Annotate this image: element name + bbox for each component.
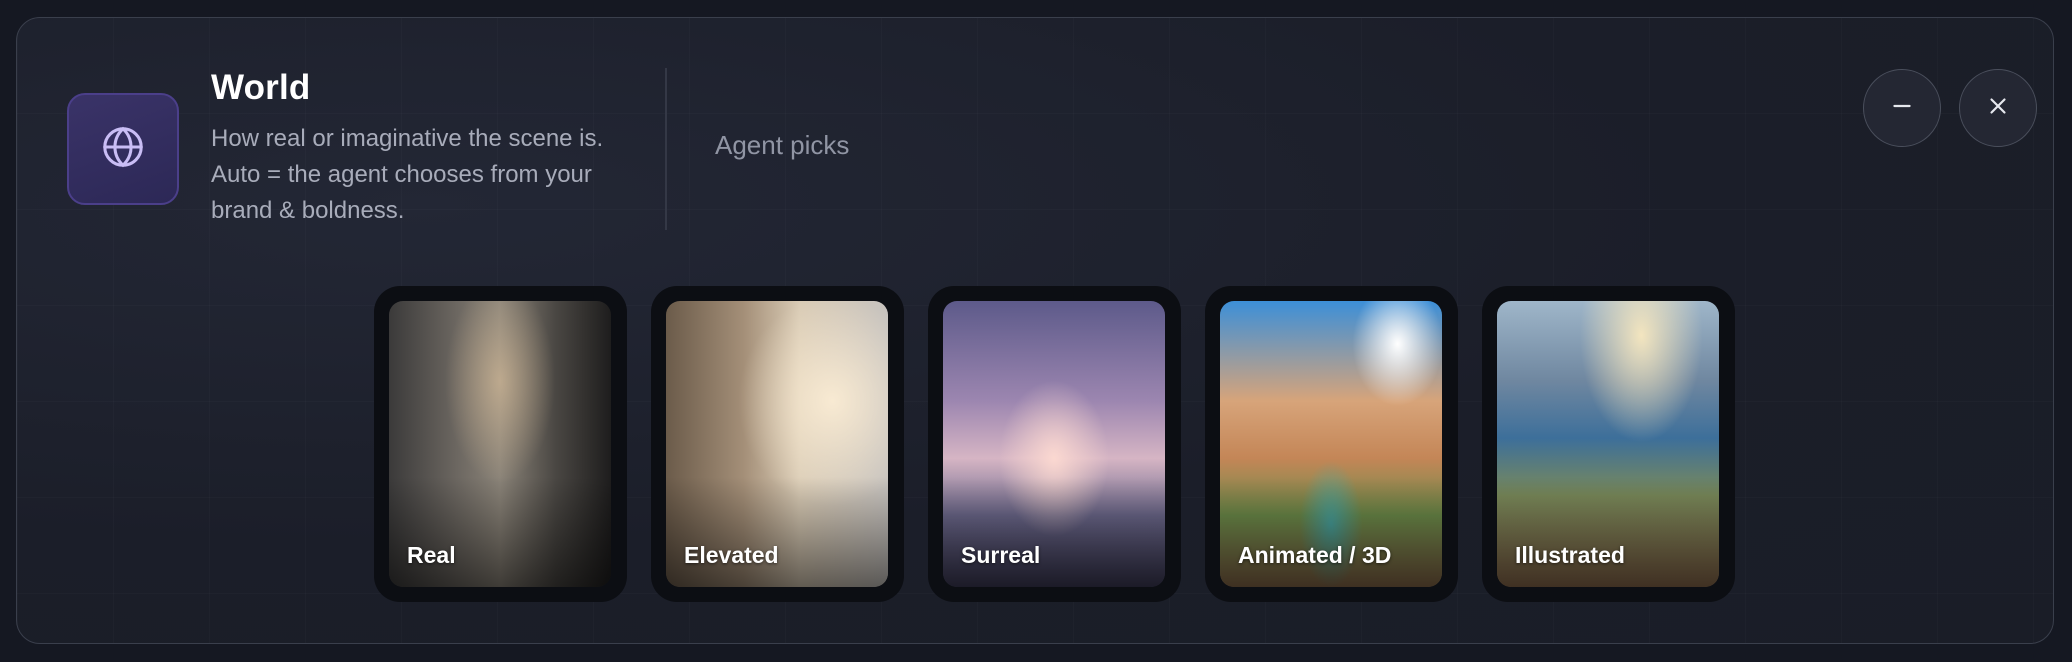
card-label: Animated / 3D [1238, 542, 1392, 568]
world-style-options: Real Elevated Surreal Animated / 3D Illu… [374, 286, 1735, 602]
minus-icon [1889, 93, 1915, 124]
close-icon [1985, 93, 2011, 124]
card-label: Illustrated [1515, 542, 1625, 568]
card-image-illustrated: Illustrated [1497, 301, 1719, 587]
world-card-surreal[interactable]: Surreal [928, 286, 1181, 602]
world-card-illustrated[interactable]: Illustrated [1482, 286, 1735, 602]
panel-title: World [211, 68, 311, 107]
globe-icon [100, 124, 146, 175]
world-panel: World How real or imaginative the scene … [16, 17, 2054, 644]
world-icon-tile [67, 93, 179, 205]
agent-picks-option[interactable]: Agent picks [715, 130, 849, 161]
card-image-animated-3d: Animated / 3D [1220, 301, 1442, 587]
panel-description: How real or imaginative the scene is. Au… [211, 125, 604, 224]
close-button[interactable] [1959, 69, 2037, 147]
world-card-animated-3d[interactable]: Animated / 3D [1205, 286, 1458, 602]
header-divider [665, 68, 667, 230]
minimize-button[interactable] [1863, 69, 1941, 147]
card-image-surreal: Surreal [943, 301, 1165, 587]
card-label: Surreal [961, 542, 1041, 568]
card-image-elevated: Elevated [666, 301, 888, 587]
card-image-real: Real [389, 301, 611, 587]
world-card-elevated[interactable]: Elevated [651, 286, 904, 602]
world-card-real[interactable]: Real [374, 286, 627, 602]
card-label: Elevated [684, 542, 779, 568]
card-label: Real [407, 542, 456, 568]
